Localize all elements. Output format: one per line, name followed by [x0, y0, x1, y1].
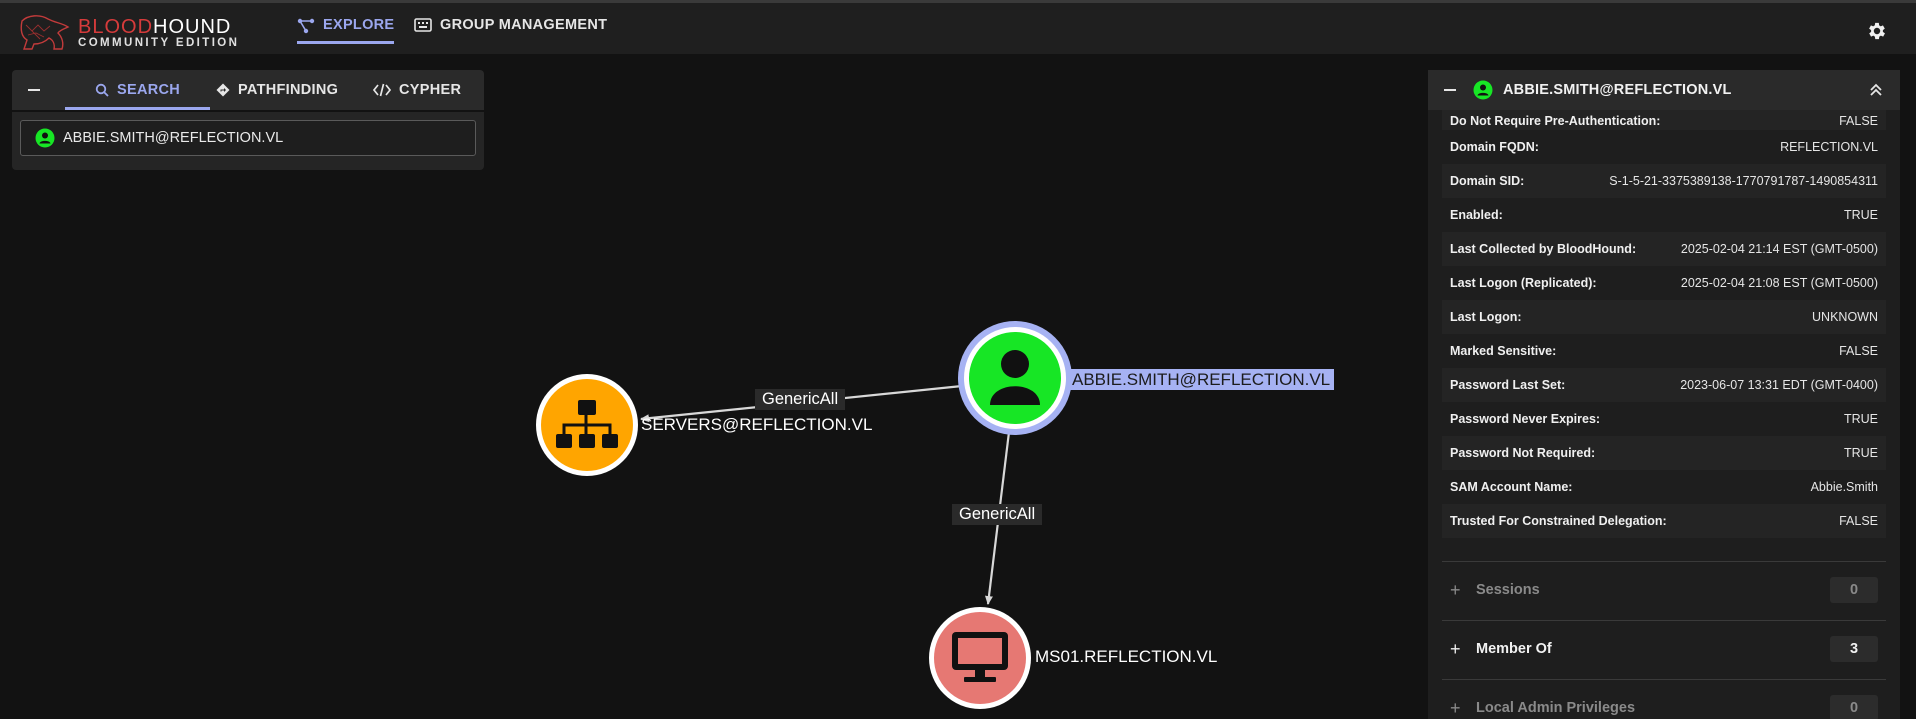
tab-pathfinding-label: PATHFINDING	[238, 82, 339, 98]
property-row: Password Not Required: TRUE	[1442, 436, 1886, 470]
nav-explore[interactable]: EXPLORE	[297, 17, 395, 47]
property-value: 2025-02-04 21:14 EST (GMT-0500)	[1680, 242, 1878, 256]
search-panel: SEARCH PATHFINDING CYPHER ABBIE.SMITH@RE…	[12, 70, 484, 170]
section-sessions[interactable]: + Sessions 0	[1442, 561, 1886, 619]
property-value: S-1-5-21-3375389138-1770791787-149085431…	[1609, 174, 1878, 188]
property-row: Last Collected by BloodHound: 2025-02-04 …	[1442, 232, 1886, 266]
property-key: Password Last Set:	[1450, 378, 1566, 392]
property-value: REFLECTION.VL	[1780, 140, 1878, 154]
edge-label-genericall-group[interactable]: GenericAll	[755, 389, 846, 410]
section-label: Member Of	[1476, 641, 1552, 657]
search-input-value: ABBIE.SMITH@REFLECTION.VL	[63, 130, 284, 146]
property-value: 2023-06-07 13:31 EDT (GMT-0400)	[1680, 378, 1878, 392]
section-local-admin-privileges[interactable]: + Local Admin Privileges 0	[1442, 679, 1886, 719]
graph-node-user[interactable]	[958, 321, 1072, 435]
property-row: Password Never Expires: TRUE	[1442, 402, 1886, 436]
property-value: Abbie.Smith	[1810, 480, 1878, 494]
logo-wordmark: BLOODHOUND	[78, 16, 232, 38]
property-key: Password Never Expires:	[1450, 412, 1601, 426]
top-navbar: BLOODHOUND COMMUNITY EDITION EXPLORE GRO…	[0, 0, 1916, 54]
property-row: Last Logon: UNKNOWN	[1442, 300, 1886, 334]
node-label-group[interactable]: SERVERS@REFLECTION.VL	[641, 415, 872, 435]
gear-icon[interactable]	[1866, 20, 1888, 42]
entity-details-panel: ABBIE.SMITH@REFLECTION.VL Do Not Require…	[1428, 70, 1900, 719]
graph-nodes-icon	[297, 18, 315, 34]
graph-node-computer[interactable]	[929, 607, 1031, 709]
keyboard-icon	[414, 18, 432, 32]
property-row: Password Last Set: 2023-06-07 13:31 EDT (…	[1442, 368, 1886, 402]
property-key: Last Logon (Replicated):	[1450, 276, 1597, 290]
nav-group-management-label: GROUP MANAGEMENT	[440, 17, 608, 33]
property-row: Do Not Require Pre-Authentication: FALSE	[1442, 110, 1886, 130]
edge-user-to-group[interactable]	[640, 384, 963, 423]
property-key: Last Logon:	[1450, 310, 1522, 324]
collapse-details-button[interactable]	[1444, 89, 1456, 91]
chevron-double-up-icon[interactable]	[1868, 82, 1884, 98]
node-label-user-text: ABBIE.SMITH@REFLECTION.VL	[1068, 369, 1335, 390]
property-value: UNKNOWN	[1812, 310, 1878, 324]
section-count: 3	[1830, 636, 1878, 662]
property-value: TRUE	[1843, 446, 1878, 460]
property-value: 2025-02-04 21:08 EST (GMT-0500)	[1680, 276, 1878, 290]
expand-icon: +	[1450, 580, 1461, 600]
property-key: SAM Account Name:	[1450, 480, 1573, 494]
edge-user-to-computer[interactable]	[984, 431, 1011, 605]
property-value: TRUE	[1843, 412, 1878, 426]
logo-subtitle: COMMUNITY EDITION	[78, 37, 240, 49]
property-value: FALSE	[1839, 114, 1878, 128]
property-value: TRUE	[1843, 208, 1878, 222]
property-row: SAM Account Name: Abbie.Smith	[1442, 470, 1886, 504]
search-body: ABBIE.SMITH@REFLECTION.VL	[12, 112, 484, 170]
tab-cypher-label: CYPHER	[399, 82, 462, 98]
properties-list: Do Not Require Pre-Authentication: FALSE D…	[1442, 110, 1886, 538]
search-input[interactable]: ABBIE.SMITH@REFLECTION.VL	[20, 120, 476, 156]
property-key: Trusted For Constrained Delegation:	[1450, 514, 1667, 528]
hound-logo-icon	[20, 15, 70, 50]
property-row: Marked Sensitive: FALSE	[1442, 334, 1886, 368]
nav-group-management[interactable]: GROUP MANAGEMENT	[414, 17, 607, 47]
expand-icon: +	[1450, 698, 1461, 718]
tab-search[interactable]: SEARCH	[64, 70, 211, 110]
user-node-icon	[35, 128, 55, 148]
tab-cypher[interactable]: CYPHER	[373, 70, 461, 110]
search-tabs: SEARCH PATHFINDING CYPHER	[12, 70, 484, 110]
property-row: Trusted For Constrained Delegation: FALSE	[1442, 504, 1886, 538]
search-icon	[95, 83, 109, 97]
section-count: 0	[1830, 695, 1878, 719]
node-label-computer[interactable]: MS01.REFLECTION.VL	[1035, 647, 1217, 667]
bloodhound-logo[interactable]: BLOODHOUND COMMUNITY EDITION	[18, 13, 248, 51]
graph-node-group[interactable]	[536, 374, 638, 476]
edge-label-genericall-computer[interactable]: GenericAll	[952, 504, 1043, 525]
section-label: Sessions	[1476, 582, 1540, 598]
tab-pathfinding[interactable]: PATHFINDING	[216, 70, 338, 110]
property-key: Password Not Required:	[1450, 446, 1596, 460]
property-row: Enabled: TRUE	[1442, 198, 1886, 232]
property-value: FALSE	[1839, 344, 1878, 358]
collapse-search-panel-button[interactable]	[28, 89, 40, 91]
directions-icon	[216, 83, 230, 97]
property-row: Domain SID: S-1-5-21-3375389138-177079178…	[1442, 164, 1886, 198]
details-header: ABBIE.SMITH@REFLECTION.VL	[1428, 70, 1900, 110]
user-node-icon	[1473, 80, 1493, 100]
property-row: Domain FQDN: REFLECTION.VL	[1442, 130, 1886, 164]
node-label-user[interactable]: ABBIE.SMITH@REFLECTION.VL	[1068, 369, 1335, 390]
property-key: Domain FQDN:	[1450, 140, 1539, 154]
code-icon	[373, 83, 391, 97]
expand-icon: +	[1450, 639, 1461, 659]
section-label: Local Admin Privileges	[1476, 700, 1636, 716]
property-key: Last Collected by BloodHound:	[1450, 242, 1637, 256]
property-key: Domain SID:	[1450, 174, 1525, 188]
property-row: Last Logon (Replicated): 2025-02-04 21:08…	[1442, 266, 1886, 300]
property-key: Do Not Require Pre-Authentication:	[1450, 114, 1661, 128]
property-value: FALSE	[1839, 514, 1878, 528]
section-member-of[interactable]: + Member Of 3	[1442, 620, 1886, 678]
details-title: ABBIE.SMITH@REFLECTION.VL	[1503, 82, 1732, 98]
property-key: Enabled:	[1450, 208, 1503, 222]
section-count: 0	[1830, 577, 1878, 603]
nav-explore-label: EXPLORE	[323, 17, 395, 33]
tab-search-label: SEARCH	[117, 82, 181, 98]
property-key: Marked Sensitive:	[1450, 344, 1557, 358]
